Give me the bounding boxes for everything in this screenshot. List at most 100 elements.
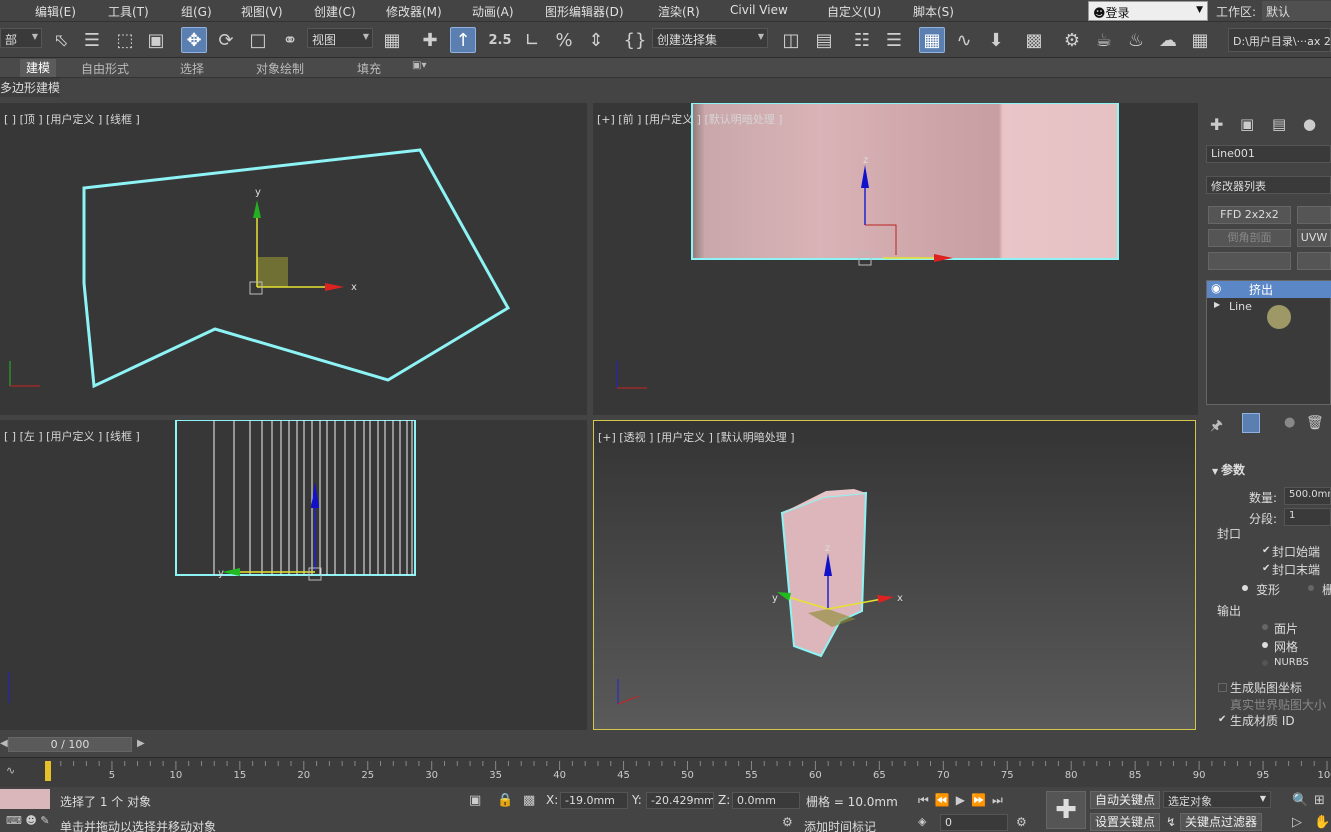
zoom-all-icon[interactable]: ⊞ xyxy=(1314,793,1325,808)
set-key-big-button[interactable]: ✚ xyxy=(1046,791,1086,829)
modifier-button-2[interactable] xyxy=(1297,206,1331,224)
prev-frame-icon[interactable]: ◀ xyxy=(0,738,8,749)
goto-start-icon[interactable]: ⏮ xyxy=(918,793,935,807)
next-frame-icon[interactable]: ▶ xyxy=(137,738,145,749)
viewport-left-label[interactable]: [ ] [左 ] [用户定义 ] [线框 ] xyxy=(4,428,140,444)
named-selection-combo[interactable]: 创建选择集 ▼ xyxy=(652,28,768,48)
cap-start-checkbox[interactable]: ✔ xyxy=(1262,546,1271,556)
mirror-icon[interactable]: ◫ xyxy=(778,27,804,53)
time-slider[interactable]: 0 / 100 xyxy=(8,737,132,752)
time-tag-icon[interactable]: ⚙ xyxy=(782,815,793,829)
menu-modifiers[interactable]: 修改器(M) xyxy=(386,3,442,20)
mesh-radio[interactable] xyxy=(1262,642,1268,648)
auto-key-button[interactable]: 自动关键点 xyxy=(1090,791,1161,809)
add-time-tag-text[interactable]: 添加时间标记 xyxy=(804,818,876,832)
stack-item-extrude[interactable]: ◉ 挤出 xyxy=(1207,281,1331,298)
cap-end-checkbox[interactable]: ✔ xyxy=(1262,564,1271,574)
patch-radio[interactable] xyxy=(1262,624,1268,630)
viewport-left[interactable]: y [ ] [左 ] [用户定义 ] [线框 ] xyxy=(0,420,587,730)
segments-spinner[interactable]: 1 xyxy=(1284,508,1331,526)
gen-map-checkbox[interactable] xyxy=(1218,683,1227,692)
params-rollout[interactable]: ▼ 参数 xyxy=(1212,461,1245,478)
hierarchy-tab-icon[interactable]: ▤ xyxy=(1272,115,1286,133)
rect-selection-icon[interactable]: ⬚ xyxy=(112,27,138,53)
menu-customize[interactable]: 自定义(U) xyxy=(827,3,881,20)
menu-tools[interactable]: 工具(T) xyxy=(108,3,149,20)
tab-populate[interactable]: 填充 xyxy=(357,60,381,77)
login-dropdown[interactable]: ☻登录 ▼ xyxy=(1088,1,1208,21)
material-editor-icon[interactable]: ▩ xyxy=(1021,27,1047,53)
menu-views[interactable]: 视图(V) xyxy=(241,3,283,20)
viewport-front-label[interactable]: [+] [前 ] [用户定义 ] [默认明暗处理 ] xyxy=(597,111,783,127)
key-filters-button[interactable]: 关键点过滤器 xyxy=(1180,813,1263,831)
y-coord-field[interactable]: -20.429mm xyxy=(646,792,714,809)
viewport-perspective[interactable]: z x y [+] [透视 ] [用户定义 ] [默认明暗处理 ] xyxy=(593,420,1196,730)
next-key-icon[interactable]: ⏩ xyxy=(971,793,992,807)
zoom-icon[interactable]: 🔍 xyxy=(1292,793,1308,808)
a360-gallery-icon[interactable]: ▦ xyxy=(1187,27,1213,53)
set-key-button[interactable]: 设置关键点 xyxy=(1090,813,1161,831)
gen-mat-checkbox[interactable]: ✔ xyxy=(1218,715,1227,725)
edit-named-selection-icon[interactable]: {} xyxy=(622,27,648,53)
show-end-result-icon[interactable] xyxy=(1242,413,1260,433)
key-mode-icon[interactable]: ◈ xyxy=(918,815,926,828)
ribbon-options-icon[interactable]: ▣▾ xyxy=(412,60,426,71)
selection-filter-combo[interactable]: 部 ▼ xyxy=(0,28,42,48)
chevron-right-icon[interactable]: ▶ xyxy=(1214,300,1220,309)
tab-freeform[interactable]: 自由形式 xyxy=(81,60,129,77)
make-unique-icon[interactable]: ● xyxy=(1284,415,1295,430)
eye-icon[interactable]: ◉ xyxy=(1211,281,1221,295)
z-coord-field[interactable]: 0.0mm xyxy=(732,792,800,809)
menu-rendering[interactable]: 渲染(R) xyxy=(658,3,700,20)
rendered-frame-icon[interactable]: ☕ xyxy=(1091,27,1117,53)
schematic-view-icon[interactable]: ⬇ xyxy=(983,27,1009,53)
scene-explorer-icon[interactable]: ☷ xyxy=(849,27,875,53)
track-bar[interactable]: ∿ 5 10 15 20 25 30 35 40 45 50 55 60 65 70 75 80 85 90 95 1… xyxy=(0,757,1331,787)
select-rotate-icon[interactable]: ⟳ xyxy=(213,27,239,53)
pivot-center-icon[interactable]: ▦ xyxy=(379,27,405,53)
menu-animation[interactable]: 动画(A) xyxy=(472,3,514,20)
menu-graph-editors[interactable]: 图形编辑器(D) xyxy=(545,3,624,20)
select-scale-icon[interactable]: □ xyxy=(245,27,271,53)
uvw-button[interactable]: UVW xyxy=(1297,229,1331,247)
remove-modifier-icon[interactable]: 🗑 xyxy=(1306,415,1324,431)
keyboard-shortcut-override-icon[interactable]: ↑ xyxy=(450,27,476,53)
prev-key-icon[interactable]: ⏪ xyxy=(935,793,956,807)
amount-spinner[interactable]: 500.0mm xyxy=(1284,487,1331,505)
render-cloud-icon[interactable]: ☁ xyxy=(1155,27,1181,53)
motion-tab-icon[interactable]: ● xyxy=(1303,115,1316,133)
ribbon-toggle-icon[interactable]: ▦ xyxy=(919,27,945,53)
window-crossing-icon[interactable]: ▣ xyxy=(143,27,169,53)
time-config-icon[interactable]: ⚙ xyxy=(1016,815,1027,829)
object-name-field[interactable]: Line001 xyxy=(1206,145,1331,163)
viewport-front[interactable]: z [+] [前 ] [用户定义 ] [默认明暗处理 ] xyxy=(593,103,1198,415)
align-icon[interactable]: ▤ xyxy=(811,27,837,53)
pan-hand-icon[interactable]: ✋ xyxy=(1314,815,1330,830)
reference-coord-combo[interactable]: 视图 ▼ xyxy=(307,28,373,48)
tab-modeling[interactable]: 建模 xyxy=(20,59,57,77)
project-path-field[interactable]: D:\用户目录\···ax 2 xyxy=(1228,28,1331,52)
viewport-persp-label[interactable]: [+] [透视 ] [用户定义 ] [默认明暗处理 ] xyxy=(598,429,795,445)
morph-radio[interactable] xyxy=(1242,585,1248,591)
key-selection-dropdown[interactable]: 选定对象 ▼ xyxy=(1163,791,1271,808)
select-object-icon[interactable]: ⬁ xyxy=(48,27,74,53)
angle-snap-icon[interactable]: ∟ xyxy=(519,27,545,53)
isolate-selection-icon[interactable]: ▣ xyxy=(469,793,481,808)
snap-toggle-icon[interactable]: 2.5 xyxy=(487,27,513,53)
menu-civil-view[interactable]: Civil View xyxy=(730,3,788,17)
select-move-icon[interactable]: ✥ xyxy=(181,27,207,53)
grid-radio[interactable] xyxy=(1308,585,1314,591)
nurbs-radio[interactable] xyxy=(1262,660,1268,666)
lock-selection-icon[interactable]: 🔒 xyxy=(497,793,513,808)
render-production-icon[interactable]: ♨ xyxy=(1123,27,1149,53)
viewport-top[interactable]: [ ] [顶 ] [用户定义 ] [线框 ] y x xyxy=(0,103,587,415)
current-frame-field[interactable]: 0 xyxy=(940,814,1008,831)
goto-end-icon[interactable]: ⏭ xyxy=(992,793,1009,807)
select-by-name-icon[interactable]: ☰ xyxy=(79,27,105,53)
play-icon[interactable]: ▶ xyxy=(956,793,971,807)
menu-scripting[interactable]: 脚本(S) xyxy=(913,3,954,20)
key-filters-icon[interactable]: ↯ xyxy=(1166,815,1176,829)
field-of-view-icon[interactable]: ▷ xyxy=(1292,815,1302,830)
menu-edit[interactable]: 编辑(E) xyxy=(35,3,76,20)
pin-stack-icon[interactable]: 🖈 xyxy=(1210,415,1223,439)
